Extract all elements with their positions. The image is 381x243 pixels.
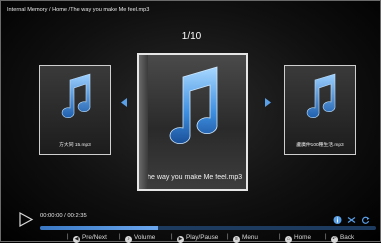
music-note-icon — [169, 66, 218, 144]
play-icon[interactable] — [17, 211, 34, 228]
track-counter: 1/10 — [181, 31, 202, 42]
separator: | — [325, 234, 327, 240]
breadcrumb: Internal Memory / Home /The way you make… — [7, 7, 150, 13]
separator: | — [67, 234, 69, 240]
album-card-current[interactable]: The way you make Me feel.mp3 — [137, 53, 248, 191]
previous-arrow-icon[interactable] — [121, 98, 128, 107]
music-note-icon — [306, 73, 336, 119]
progress-fill — [40, 226, 158, 230]
progress-bar[interactable] — [40, 226, 376, 230]
album-spine — [139, 55, 148, 189]
album-title-current: The way you make Me feel.mp3 — [142, 174, 243, 181]
info-icon[interactable] — [333, 215, 342, 225]
separator: | — [171, 234, 173, 240]
shuffle-icon[interactable] — [347, 215, 356, 225]
hint-label: Pre/Next — [82, 234, 107, 241]
separator: | — [227, 234, 229, 240]
album-title-next: 盧廣仲100種生活.mp3 — [296, 143, 344, 148]
repeat-icon[interactable] — [361, 215, 370, 225]
next-arrow-icon[interactable] — [264, 98, 271, 107]
playback-time: 00:00:00 / 00:2:35 — [40, 213, 87, 219]
separator: | — [279, 234, 281, 240]
hint-label: Back — [340, 234, 355, 241]
album-card-next[interactable]: 盧廣仲100種生活.mp3 — [284, 65, 356, 155]
album-card-previous[interactable]: 方大同 15.mp3 — [39, 65, 111, 155]
separator: | — [119, 234, 121, 240]
music-player-screen: Internal Memory / Home /The way you make… — [0, 0, 381, 243]
music-note-icon — [61, 73, 91, 119]
hint-label: Home — [294, 234, 312, 241]
hint-label: Menu — [242, 234, 258, 241]
album-title-previous: 方大同 15.mp3 — [59, 143, 91, 148]
hint-label: Volume — [134, 234, 156, 241]
hint-label: Play/Pause — [186, 234, 219, 241]
